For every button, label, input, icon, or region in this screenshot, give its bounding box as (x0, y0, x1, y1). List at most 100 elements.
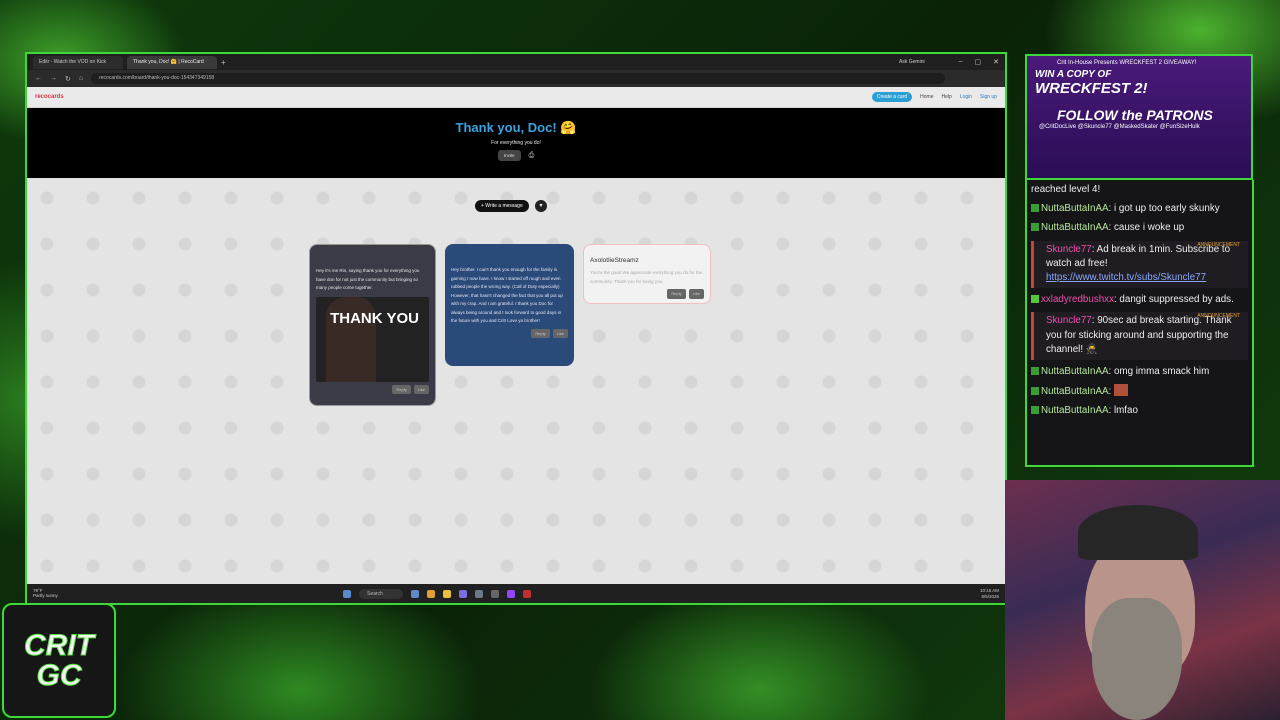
app-icon[interactable] (522, 589, 531, 598)
url-field[interactable]: recocards.com/board/thank-you-doc-154347… (91, 73, 945, 84)
start-icon[interactable] (343, 589, 351, 598)
chat-username[interactable]: NuttaButtaInAA (1041, 222, 1109, 233)
twitch-icon[interactable] (506, 589, 515, 598)
nav-help[interactable]: Help (942, 94, 952, 100)
like-button[interactable]: Like (552, 328, 568, 339)
os-taskbar: 79°F Partly sunny Search 10:15 AM 8/5/20… (27, 584, 1005, 603)
obs-icon[interactable] (490, 589, 499, 598)
chevron-down-icon[interactable]: ▾ (535, 200, 547, 212)
mod-badge-icon (1031, 387, 1039, 396)
chat-username[interactable]: NuttaButtaInAA (1041, 203, 1109, 214)
taskbar-search[interactable]: Search (359, 588, 403, 599)
clock-time: 10:15 AM (979, 588, 999, 594)
signup-link[interactable]: Sign up (980, 94, 997, 100)
chat-message: xxladyredbushxx: dangit suppressed by ad… (1031, 293, 1248, 307)
reply-button[interactable]: Reply (531, 328, 550, 339)
ask-gemini-button[interactable]: Ask Gemini (899, 59, 925, 65)
window-controls: – ▢ ✕ (959, 58, 999, 66)
chat-message: NuttaButtaInAA: cause i woke up (1031, 221, 1248, 235)
card-board (27, 178, 1005, 584)
mod-badge-icon (1031, 204, 1039, 213)
minimize-icon[interactable]: – (959, 58, 963, 66)
tab-kick-vod[interactable]: Editr - Watch the VOD on Kick (33, 55, 123, 69)
banner-presents: Crit In-House Presents WRECKFEST 2 GIVEA… (1057, 60, 1197, 66)
tab-recocard[interactable]: Thank you, Doc! 🤗 | RecoCard (127, 55, 217, 69)
weather-widget[interactable]: 79°F Partly sunny (33, 588, 93, 599)
crit-gc-logo: CRIT GC (2, 603, 116, 718)
chat-username[interactable]: NuttaButtaInAA (1041, 386, 1109, 397)
create-card-button[interactable]: Create a card (871, 92, 913, 102)
chat-username[interactable]: Skuncle77 (1046, 315, 1092, 326)
steam-icon[interactable] (474, 589, 483, 598)
reply-button[interactable]: Reply (392, 384, 411, 395)
thank-you-gif: THANK YOU (316, 296, 429, 382)
emote-icon (1114, 384, 1128, 397)
card-text: You're the goat! We appreciate everythin… (590, 270, 703, 284)
chat-text: : cause i woke up (1108, 222, 1185, 234)
streamer-beard (1092, 598, 1182, 720)
board-hero: Thank you, Doc! 🤗 For everything you do!… (27, 108, 1005, 180)
announcement-message: ANNOUNCEMENT Skuncle77: 90sec ad break s… (1031, 312, 1248, 361)
maximize-icon[interactable]: ▢ (975, 58, 982, 66)
site-header: recocards Create a card Home Help Login … (27, 87, 1005, 108)
chat-username[interactable]: NuttaButtaInAA (1041, 405, 1109, 416)
like-button[interactable]: Like (413, 384, 429, 395)
reload-icon[interactable]: ↻ (65, 75, 71, 83)
logo-text-bottom: GC (36, 658, 82, 692)
address-bar: ← → ↻ ⌂ recocards.com/board/thank-you-do… (27, 70, 1005, 87)
logo-text-top: CRIT (24, 628, 95, 662)
forward-icon[interactable]: → (50, 75, 57, 82)
task-view-icon[interactable] (410, 589, 419, 598)
nav-home[interactable]: Home (920, 94, 933, 100)
gif-caption: THANK YOU (330, 309, 419, 327)
chat-message: NuttaButtaInAA: lmfao (1031, 404, 1248, 418)
close-icon[interactable]: ✕ (993, 58, 999, 66)
banner-game: WRECKFEST 2! (1035, 80, 1148, 97)
site-logo[interactable]: recocards (35, 94, 64, 100)
chat-text: : lmfao (1108, 405, 1138, 417)
chat-message: reached level 4! (1031, 183, 1248, 197)
chat-username[interactable]: xxladyredbushxx (1041, 294, 1114, 305)
mod-badge-icon (1031, 406, 1039, 415)
mod-badge-icon (1031, 367, 1039, 376)
banner-follow: FOLLOW the PATRONS (1057, 106, 1213, 123)
tab-bar: Editr - Watch the VOD on Kick Thank you,… (27, 54, 1005, 70)
sub-badge-icon (1031, 295, 1039, 304)
announcement-message: ANNOUNCEMENT Skuncle77: Ad break in 1min… (1031, 240, 1248, 289)
chat-text: : (1108, 386, 1112, 398)
card-text: Hey it's me Rin, saying thank you for ev… (316, 268, 420, 291)
chat-message: NuttaButtaInAA: (1031, 384, 1248, 399)
banner-handles: @CritDocLive @Skuncle77 @MaskedSkater @F… (1039, 123, 1200, 130)
write-message-button[interactable]: + Write a message (475, 200, 529, 212)
clock-date: 8/5/2025 (981, 593, 999, 599)
reply-button[interactable]: Reply (667, 289, 686, 300)
invite-button[interactable]: Invite (497, 150, 521, 161)
streamer-cap (1078, 505, 1198, 560)
clock[interactable]: 10:15 AM 8/5/2025 (980, 588, 999, 599)
file-explorer-icon[interactable] (442, 589, 451, 598)
chat-text: : i got up too early skunky (1108, 203, 1220, 215)
mod-badge-icon (1031, 223, 1039, 232)
login-link[interactable]: Login (960, 94, 972, 100)
print-icon[interactable]: ⎙ (529, 152, 535, 160)
home-icon[interactable]: ⌂ (79, 75, 83, 82)
board-title: Thank you, Doc! 🤗 (455, 120, 577, 135)
board-subtitle: For everything you do! (491, 140, 541, 146)
chat-link[interactable]: https://www.twitch.tv/subs/Skuncle77 (1046, 271, 1244, 285)
chat-username[interactable]: Skuncle77 (1046, 244, 1092, 255)
chat-message: NuttaButtaInAA: i got up too early skunk… (1031, 202, 1248, 216)
announcement-tag: ANNOUNCEMENT (1197, 313, 1240, 320)
card-author: AxolotlieStreamz (590, 257, 639, 264)
back-icon[interactable]: ← (35, 75, 42, 82)
browser-window: Editr - Watch the VOD on Kick Thank you,… (25, 52, 1007, 605)
discord-icon[interactable] (458, 589, 467, 598)
giveaway-banner: Crit In-House Presents WRECKFEST 2 GIVEA… (1025, 54, 1253, 180)
card-text: Hey brother. I can't thank you enough fo… (451, 267, 563, 324)
weather-desc: Partly sunny (33, 592, 58, 598)
announcement-tag: ANNOUNCEMENT (1197, 241, 1240, 248)
chrome-icon[interactable] (426, 589, 435, 598)
like-button[interactable]: Like (688, 289, 704, 300)
new-tab-button[interactable]: + (221, 58, 226, 67)
message-card: Hey brother. I can't thank you enough fo… (445, 244, 574, 366)
chat-username[interactable]: NuttaButtaInAA (1041, 366, 1109, 377)
